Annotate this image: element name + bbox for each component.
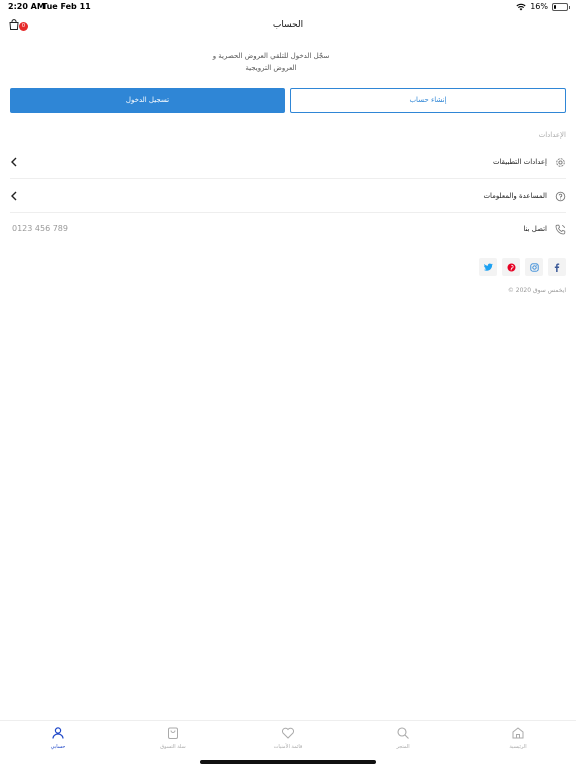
settings-item-label: إعدادات التطبيقات bbox=[492, 158, 547, 166]
home-indicator bbox=[200, 760, 376, 764]
phone-icon bbox=[555, 224, 566, 235]
login-button[interactable]: تسجيل الدخول bbox=[10, 88, 285, 113]
tab-label: حسابي bbox=[50, 744, 66, 750]
login-prompt: سجّل الدخول للتلقي العروض الحصرية و العر… bbox=[201, 50, 341, 74]
facebook-icon bbox=[554, 263, 560, 272]
login-prompt-line2: العروض الترويجية bbox=[245, 64, 297, 72]
heart-icon bbox=[281, 727, 295, 739]
user-icon bbox=[52, 727, 64, 739]
status-bar: 2:20 AM Tue Feb 11 16% bbox=[0, 0, 576, 14]
settings-section-label: الإعدادات bbox=[538, 131, 566, 139]
login-prompt-line1: سجّل الدخول للتلقي العروض الحصرية و bbox=[212, 52, 330, 60]
contact-phone-number[interactable]: 0123 456 789 bbox=[12, 224, 68, 233]
tab-wishlist[interactable]: قائمة الأمنيات bbox=[248, 726, 328, 750]
bag-icon bbox=[168, 727, 178, 739]
wifi-icon bbox=[516, 3, 526, 10]
home-icon bbox=[512, 727, 524, 739]
tab-cart[interactable]: سلة التسوق bbox=[133, 726, 213, 750]
tab-label: قائمة الأمنيات bbox=[273, 744, 303, 750]
tab-shop[interactable]: المتجر bbox=[363, 726, 443, 750]
battery-fill bbox=[554, 4, 556, 9]
status-date: Tue Feb 11 bbox=[42, 2, 91, 11]
gear-icon bbox=[556, 158, 565, 167]
help-icon bbox=[555, 191, 566, 202]
pinterest-icon bbox=[507, 263, 515, 271]
status-right: 16% bbox=[516, 2, 570, 11]
chevron-left-icon bbox=[11, 191, 17, 201]
tab-label: المتجر bbox=[396, 744, 410, 750]
status-time: 2:20 AM bbox=[8, 2, 45, 11]
search-icon bbox=[397, 727, 409, 739]
battery-percent: 16% bbox=[530, 2, 548, 11]
copyright-text: © 2020 ايخمس سوق bbox=[507, 287, 566, 294]
page-title: الحساب bbox=[272, 20, 304, 30]
tab-label: الرئيسية bbox=[509, 744, 527, 750]
pinterest-link[interactable] bbox=[502, 258, 520, 276]
battery-icon bbox=[552, 2, 570, 11]
tab-account[interactable]: حسابي bbox=[18, 726, 98, 750]
social-links bbox=[479, 258, 566, 276]
signup-button[interactable]: إنشاء حساب bbox=[290, 88, 566, 113]
settings-item-contact[interactable]: 0123 456 789 اتصل بنا bbox=[10, 213, 566, 246]
twitter-icon bbox=[483, 263, 493, 271]
settings-item-label: المساعدة والمعلومات bbox=[483, 192, 547, 200]
tab-home[interactable]: الرئيسية bbox=[478, 726, 558, 750]
instagram-link[interactable] bbox=[525, 258, 543, 276]
twitter-link[interactable] bbox=[479, 258, 497, 276]
settings-item-app-settings[interactable]: إعدادات التطبيقات bbox=[10, 146, 566, 179]
header: 0 الحساب bbox=[0, 14, 576, 40]
chevron-left-icon bbox=[11, 157, 17, 167]
facebook-link[interactable] bbox=[548, 258, 566, 276]
settings-item-help[interactable]: المساعدة والمعلومات bbox=[10, 180, 566, 213]
tab-label: سلة التسوق bbox=[160, 744, 186, 750]
instagram-icon bbox=[529, 262, 539, 272]
settings-item-label: اتصل بنا bbox=[523, 225, 547, 233]
